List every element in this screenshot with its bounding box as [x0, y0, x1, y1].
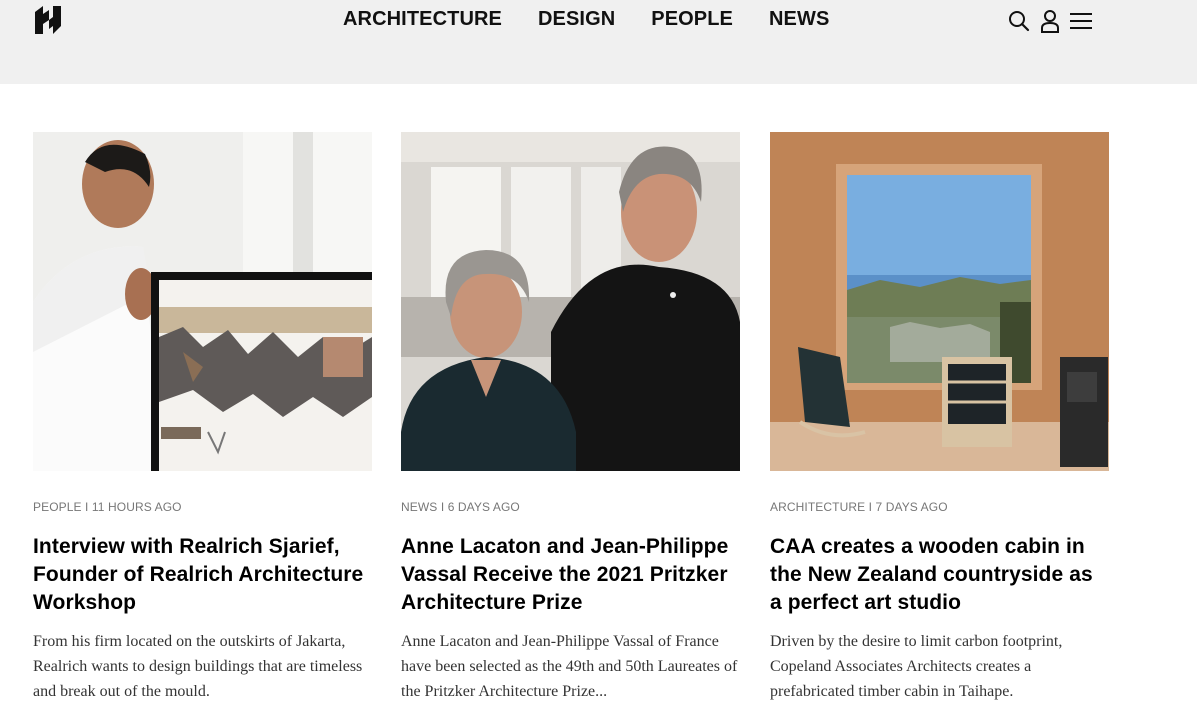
article-image-wooden-cabin-interior[interactable] — [770, 132, 1109, 471]
article-meta: NEWS I 6 DAYS AGO — [401, 500, 520, 514]
site-header: ARCHITECTURE DESIGN PEOPLE NEWS — [0, 0, 1197, 84]
header-actions — [1008, 9, 1101, 33]
article-image-architect-with-drawing[interactable] — [33, 132, 372, 471]
article-title[interactable]: Anne Lacaton and Jean-Philippe Vassal Re… — [401, 533, 740, 617]
article-excerpt: Anne Lacaton and Jean-Philippe Vassal of… — [401, 633, 738, 700]
nav-design[interactable]: DESIGN — [538, 6, 615, 32]
nav-people[interactable]: PEOPLE — [651, 6, 733, 32]
article-card: ARCHITECTURE I 7 DAYS AGO CAA creates a … — [770, 132, 1109, 704]
hamburger-menu-icon[interactable] — [1070, 9, 1092, 33]
nav-news[interactable]: NEWS — [769, 6, 829, 32]
main-nav: ARCHITECTURE DESIGN PEOPLE NEWS — [343, 6, 865, 32]
article-meta: ARCHITECTURE I 7 DAYS AGO — [770, 500, 948, 514]
nav-architecture[interactable]: ARCHITECTURE — [343, 6, 502, 32]
article-meta: PEOPLE I 11 HOURS AGO — [33, 500, 182, 514]
site-logo-icon[interactable] — [33, 4, 65, 36]
article-card: PEOPLE I 11 HOURS AGO Interview with Rea… — [33, 132, 372, 704]
article-title[interactable]: Interview with Realrich Sjarief, Founder… — [33, 533, 372, 617]
article-title[interactable]: CAA creates a wooden cabin in the New Ze… — [770, 533, 1109, 617]
article-image-portrait-pair[interactable] — [401, 132, 740, 471]
article-excerpt: From his firm located on the outskirts o… — [33, 633, 363, 700]
search-icon[interactable] — [1008, 9, 1030, 33]
article-card: NEWS I 6 DAYS AGO Anne Lacaton and Jean-… — [401, 132, 740, 704]
article-excerpt: Driven by the desire to limit carbon foo… — [770, 633, 1063, 700]
user-icon[interactable] — [1039, 9, 1061, 33]
